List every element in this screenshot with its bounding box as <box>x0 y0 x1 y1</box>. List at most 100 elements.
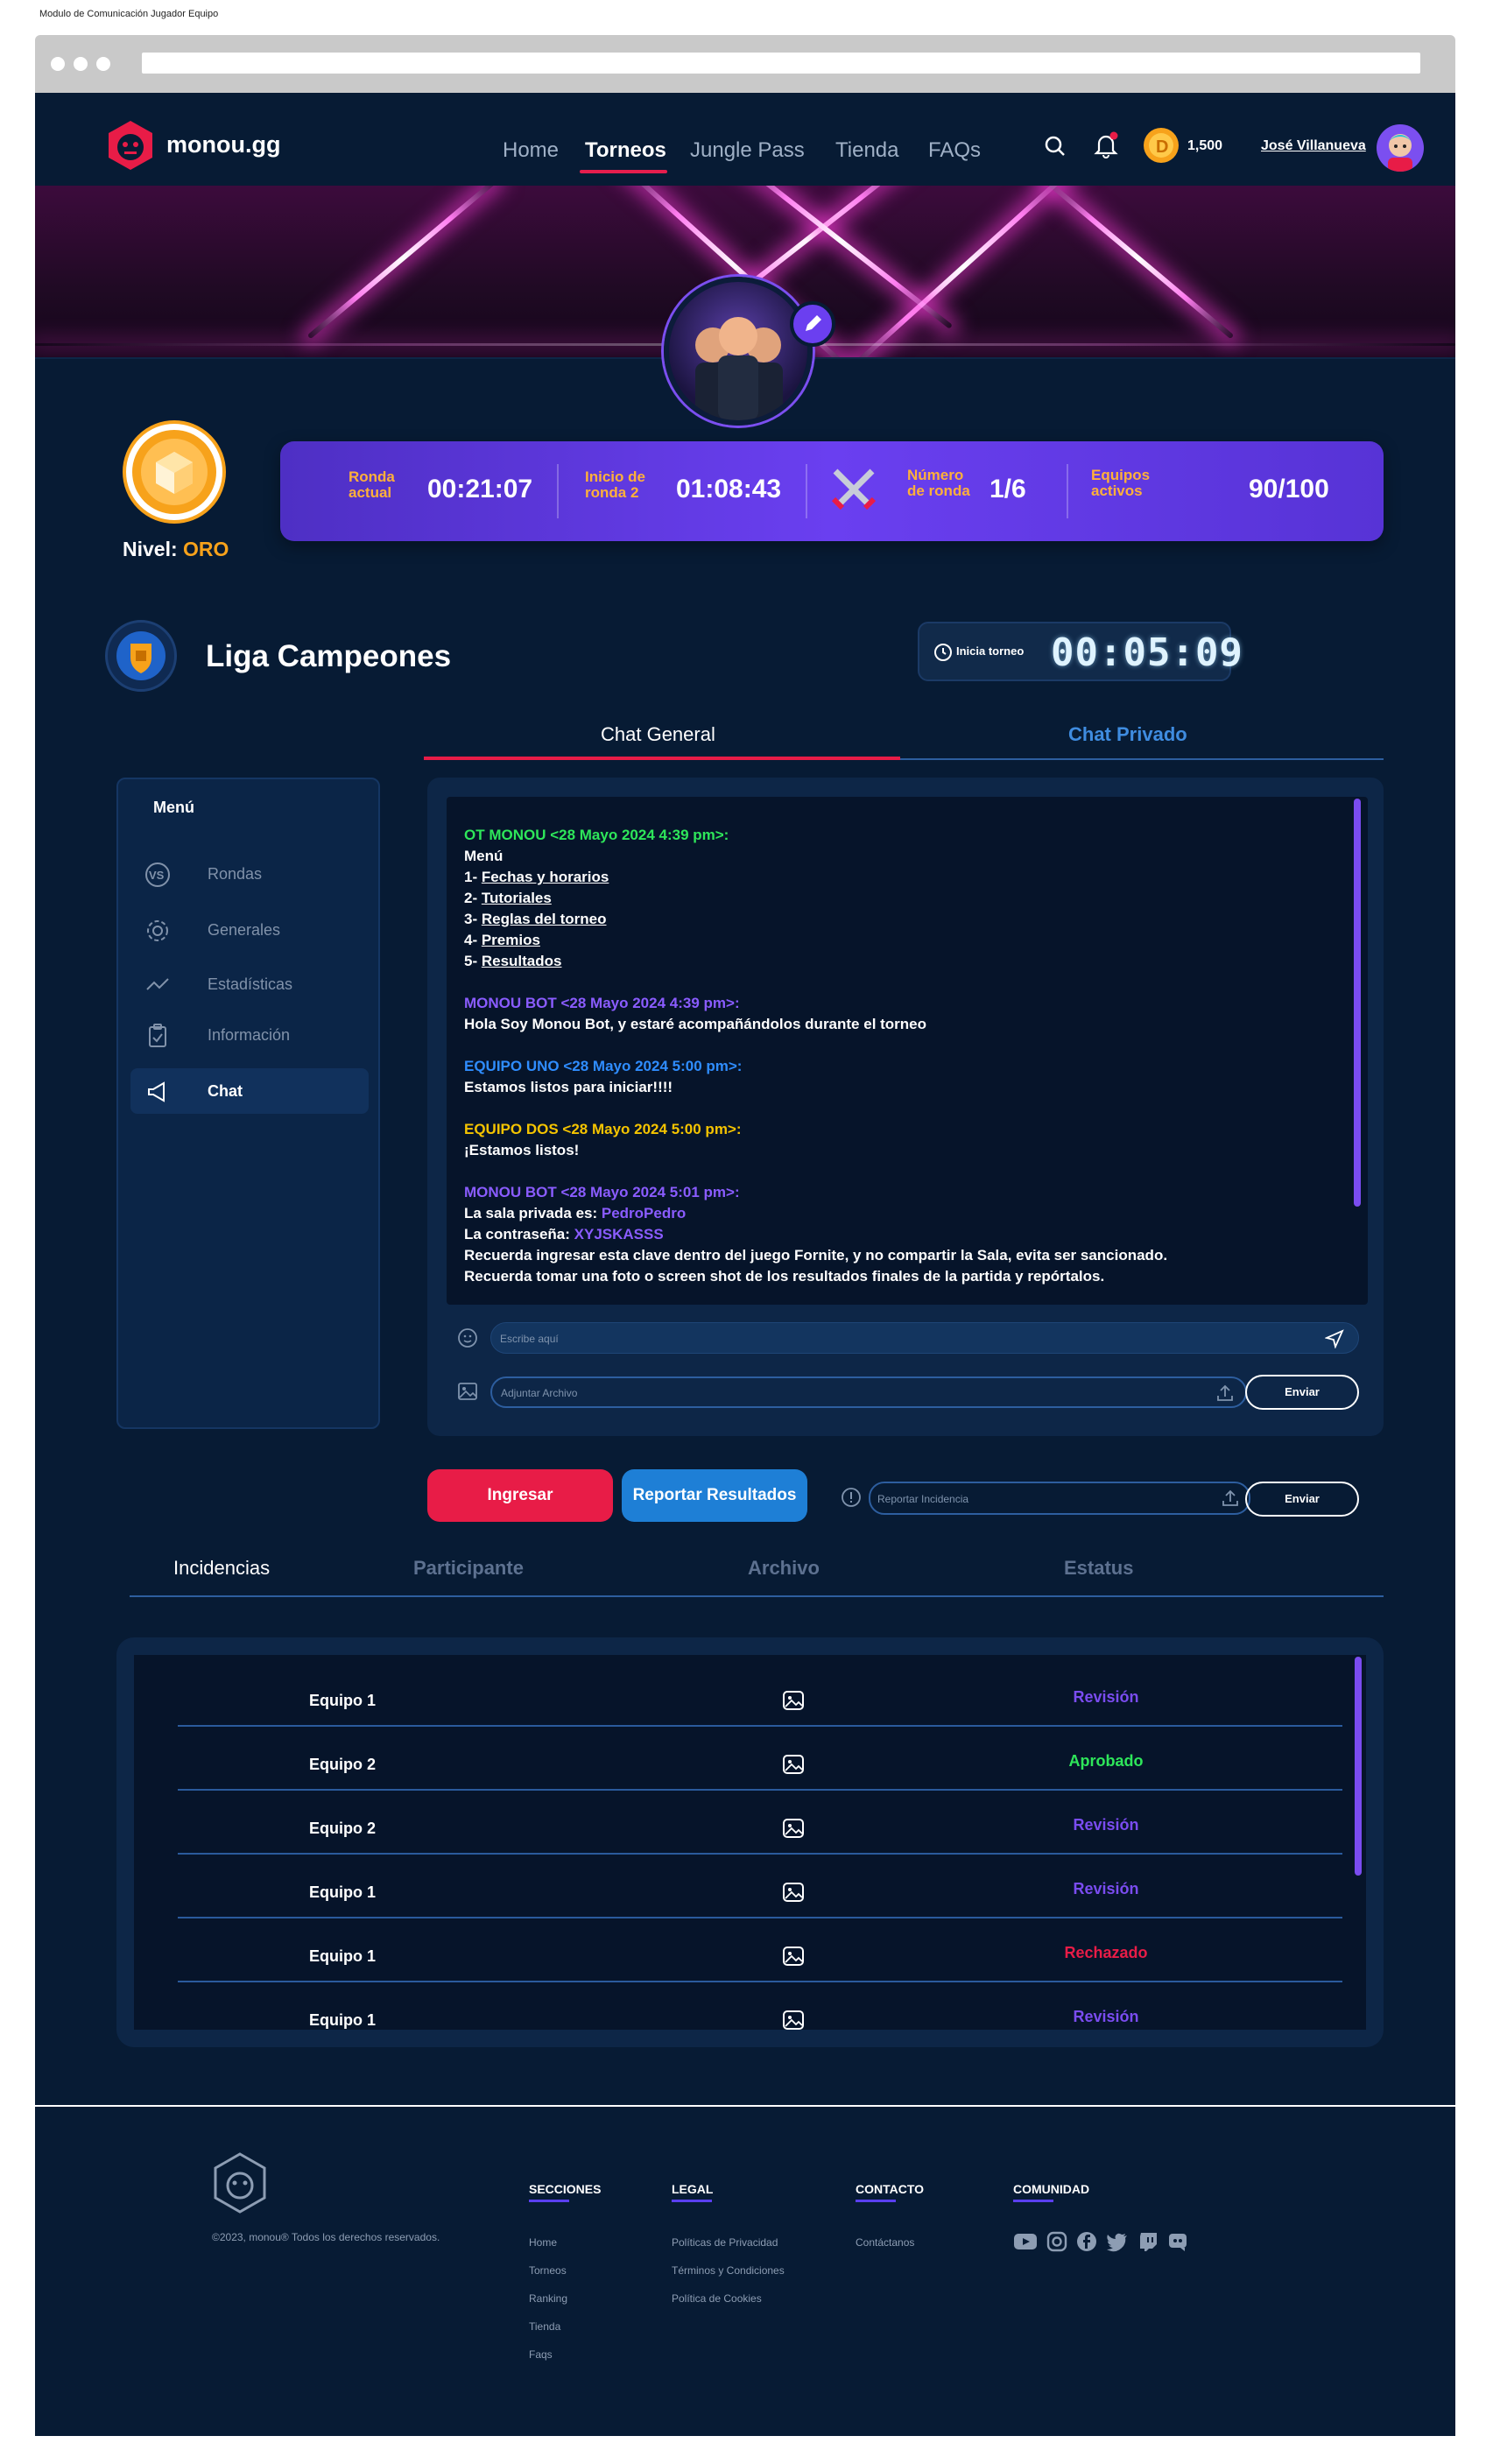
link-resultados[interactable]: Resultados <box>482 953 562 969</box>
upload-icon[interactable] <box>1215 1383 1235 1403</box>
incident-input[interactable]: Reportar Incidencia <box>869 1482 1250 1515</box>
chat-input-placeholder: Escribe aquí <box>500 1333 559 1345</box>
footer-link-tienda[interactable]: Tienda <box>529 2320 560 2333</box>
edit-avatar-button[interactable] <box>790 301 835 347</box>
nav-jungle-pass[interactable]: Jungle Pass <box>690 138 805 163</box>
attach-file-input[interactable]: Adjuntar Archivo <box>490 1376 1247 1408</box>
monkey-logo-icon[interactable] <box>107 119 154 172</box>
chat-scrollbar[interactable] <box>1354 799 1361 1207</box>
nav-home[interactable]: Home <box>503 138 559 163</box>
incidents-table-body: Equipo 1 Revisión Equipo 2 Aprobado Equipo 2… <box>134 1655 1366 2030</box>
footer-link-contact[interactable]: Contáctanos <box>856 2236 914 2249</box>
chat-message: EQUIPO UNO <28 Mayo 2024 5:00 pm>: Estam… <box>464 1056 742 1098</box>
window-dot <box>74 57 88 71</box>
nav-faqs[interactable]: FAQs <box>928 138 981 163</box>
gear-icon <box>144 918 171 944</box>
header-incidencias[interactable]: Incidencias <box>173 1557 270 1580</box>
table-row[interactable]: Equipo 1 Revisión <box>134 2008 1366 2030</box>
info-icon[interactable] <box>841 1487 862 1508</box>
row-divider <box>178 1725 1342 1727</box>
twitter-icon[interactable] <box>1106 2231 1129 2252</box>
menu-item-label: Chat <box>208 1082 243 1100</box>
footer-link-terms[interactable]: Términos y Condiciones <box>672 2264 785 2277</box>
nav-tienda[interactable]: Tienda <box>835 138 899 163</box>
chat-message: OT MONOU <28 Mayo 2024 4:39 pm>: Menú 1-… <box>464 827 729 969</box>
tab-chat-privado[interactable]: Chat Privado <box>1068 723 1187 746</box>
link-tutoriales[interactable]: Tutoriales <box>482 890 552 906</box>
svg-text:D: D <box>1156 137 1168 157</box>
image-file-icon[interactable] <box>782 1754 805 1775</box>
footer-link-cookies[interactable]: Política de Cookies <box>672 2292 762 2305</box>
menu-item-generales[interactable]: Generales <box>130 907 369 953</box>
menu-item-estadisticas[interactable]: Estadísticas <box>130 961 369 1007</box>
room-password: XYJSKASSS <box>574 1226 664 1243</box>
link-premios[interactable]: Premios <box>482 932 540 948</box>
image-file-icon[interactable] <box>782 1690 805 1711</box>
level-label: Nivel: ORO <box>123 538 229 561</box>
menu-title: Menú <box>153 799 194 816</box>
footer-link-home[interactable]: Home <box>529 2236 557 2249</box>
avatar[interactable] <box>1377 124 1424 172</box>
menu-item-informacion[interactable]: Información <box>130 1012 369 1058</box>
tournament-stats-bar: Ronda actual 00:21:07 Inicio de ronda 2 01… <box>280 441 1384 541</box>
footer-link-torneos[interactable]: Torneos <box>529 2264 567 2277</box>
table-row[interactable]: Equipo 2 Revisión <box>134 1816 1366 1863</box>
table-row[interactable]: Equipo 1 Revisión <box>134 1688 1366 1735</box>
menu-item-chat[interactable]: Chat <box>130 1068 369 1114</box>
address-bar[interactable] <box>142 53 1420 74</box>
svg-text:VS: VS <box>149 869 165 882</box>
discord-icon[interactable] <box>1167 2231 1188 2252</box>
row-divider <box>178 1853 1342 1855</box>
upload-icon[interactable] <box>1221 1489 1240 1508</box>
stat-separator <box>557 464 559 518</box>
menu-item-rondas[interactable]: VS Rondas <box>130 851 369 897</box>
bell-icon[interactable] <box>1093 131 1119 159</box>
send-file-button[interactable]: Enviar <box>1245 1375 1359 1410</box>
table-row[interactable]: Equipo 1 Rechazado <box>134 1944 1366 1991</box>
round-current-label: Ronda actual <box>349 468 395 501</box>
emoji-icon[interactable] <box>457 1327 478 1348</box>
brand-name[interactable]: monou.gg <box>166 131 280 158</box>
tab-active-underline <box>424 757 900 760</box>
link-fechas[interactable]: Fechas y horarios <box>482 869 609 885</box>
link-reglas[interactable]: Reglas del torneo <box>482 911 607 927</box>
table-row[interactable]: Equipo 2 Aprobado <box>134 1752 1366 1799</box>
twitch-icon[interactable] <box>1137 2231 1159 2252</box>
send-icon[interactable] <box>1325 1329 1344 1348</box>
image-file-icon[interactable] <box>782 1818 805 1839</box>
join-button[interactable]: Ingresar <box>427 1469 613 1522</box>
header-archivo[interactable]: Archivo <box>748 1557 820 1580</box>
table-row[interactable]: Equipo 1 Revisión <box>134 1880 1366 1927</box>
footer-legal-title: LEGAL <box>672 2182 714 2196</box>
image-file-icon[interactable] <box>782 1882 805 1903</box>
message-author: MONOU BOT <28 Mayo 2024 4:39 pm>: <box>464 995 740 1011</box>
footer-title-underline <box>1013 2200 1053 2202</box>
report-results-button[interactable]: Reportar Resultados <box>622 1469 807 1522</box>
facebook-icon[interactable] <box>1076 2231 1097 2252</box>
chat-message: EQUIPO DOS <28 Mayo 2024 5:00 pm>: ¡Esta… <box>464 1119 742 1161</box>
username-link[interactable]: José Villanueva <box>1261 138 1366 154</box>
send-incident-button[interactable]: Enviar <box>1245 1482 1359 1517</box>
stat-separator <box>806 464 807 518</box>
status-badge: Revisión <box>1073 2008 1139 2025</box>
status-badge: Aprobado <box>1068 1752 1144 1770</box>
footer-link-privacy[interactable]: Políticas de Privacidad <box>672 2236 778 2249</box>
row-divider <box>178 1789 1342 1791</box>
monkey-logo-icon[interactable] <box>212 2151 268 2215</box>
youtube-icon[interactable] <box>1013 2231 1038 2252</box>
tab-chat-general[interactable]: Chat General <box>601 723 715 746</box>
footer-link-faqs[interactable]: Faqs <box>529 2348 553 2361</box>
tournament-countdown: Inicia torneo 00:05:09 <box>918 622 1243 681</box>
header-estatus[interactable]: Estatus <box>1064 1557 1133 1580</box>
image-icon[interactable] <box>457 1382 478 1401</box>
header-participante[interactable]: Participante <box>413 1557 524 1580</box>
instagram-icon[interactable] <box>1046 2231 1067 2252</box>
image-file-icon[interactable] <box>782 1946 805 1967</box>
search-icon[interactable] <box>1044 135 1067 158</box>
message-text: Hola Soy Monou Bot, y estaré acompañándo… <box>464 1016 927 1032</box>
image-file-icon[interactable] <box>782 2010 805 2030</box>
nav-torneos[interactable]: Torneos <box>585 138 666 163</box>
chat-input[interactable]: Escribe aquí <box>490 1322 1359 1354</box>
chat-message: MONOU BOT <28 Mayo 2024 4:39 pm>: Hola S… <box>464 993 926 1035</box>
footer-link-ranking[interactable]: Ranking <box>529 2292 567 2305</box>
